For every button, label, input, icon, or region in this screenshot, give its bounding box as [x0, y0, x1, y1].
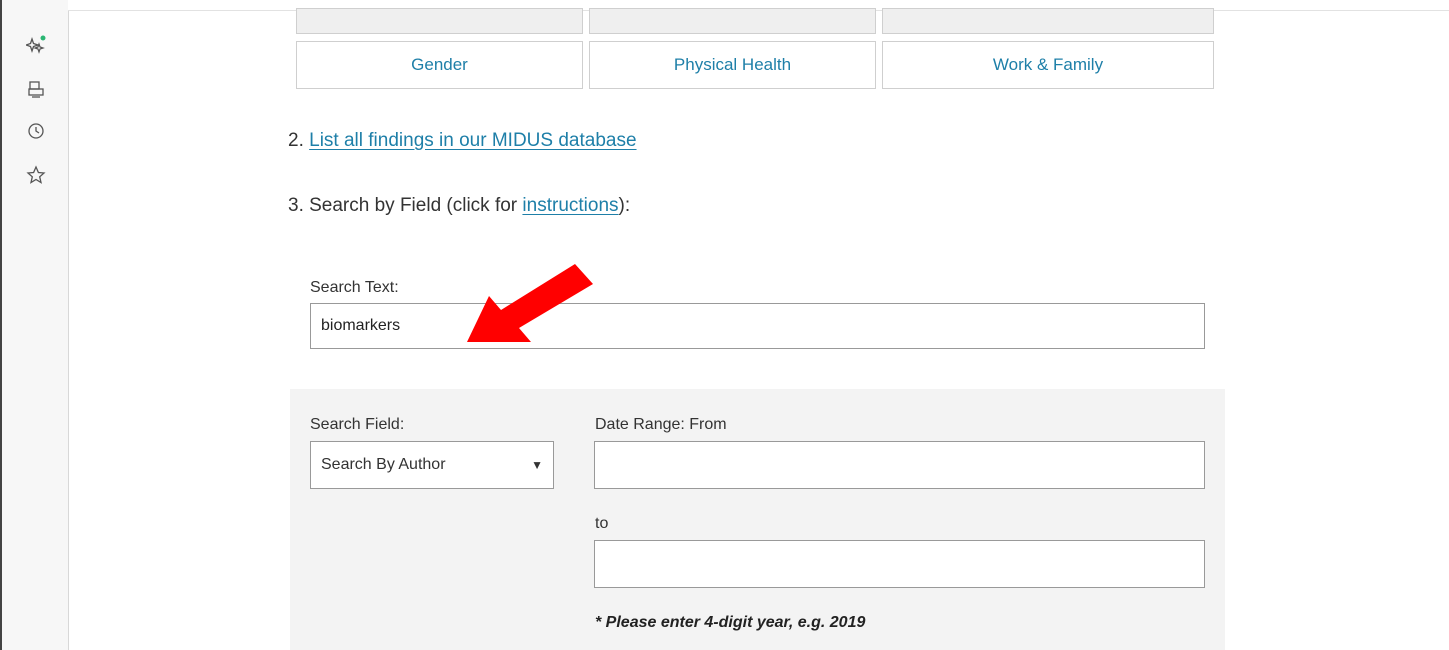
- search-field-selected: Search By Author: [321, 456, 446, 473]
- date-from-label: Date Range: From: [595, 416, 727, 433]
- star-icon[interactable]: [25, 164, 47, 186]
- window-edge: [0, 0, 2, 650]
- date-to-input[interactable]: [594, 540, 1205, 588]
- item-number: 2.: [288, 130, 304, 151]
- year-format-note: * Please enter 4-digit year, e.g. 2019: [595, 614, 866, 631]
- category-work-family[interactable]: Work & Family: [882, 41, 1214, 89]
- briefcase-icon[interactable]: [25, 78, 47, 100]
- search-field-label: Search Field:: [310, 416, 405, 433]
- main-content: Gender Physical Health Work & Family 2. …: [69, 0, 1449, 650]
- category-button[interactable]: [589, 8, 876, 34]
- sparkle-icon[interactable]: [25, 34, 47, 56]
- search-field-select[interactable]: Search By Author ▼: [310, 441, 554, 489]
- search-text-input[interactable]: biomarkers: [310, 303, 1205, 349]
- list-all-findings-link[interactable]: List all findings in our MIDUS database: [309, 130, 636, 151]
- category-gender[interactable]: Gender: [296, 41, 583, 89]
- instructions-link[interactable]: instructions: [522, 195, 618, 216]
- browser-sidebar: [0, 0, 69, 650]
- category-button[interactable]: [882, 8, 1214, 34]
- category-button[interactable]: [296, 8, 583, 34]
- date-from-input[interactable]: [594, 441, 1205, 489]
- date-to-label: to: [595, 515, 609, 532]
- list-all-findings-item: 2. List all findings in our MIDUS databa…: [288, 130, 637, 152]
- category-physical-health[interactable]: Physical Health: [589, 41, 876, 89]
- search-options-panel: [290, 389, 1225, 650]
- search-text-label: Search Text:: [310, 279, 399, 296]
- search-by-field-heading: 3. Search by Field (click for instructio…: [288, 195, 630, 217]
- heading-prefix: 3. Search by Field (click for: [288, 195, 523, 216]
- heading-suffix: ):: [618, 195, 631, 216]
- category-row: Gender Physical Health Work & Family: [296, 41, 1214, 89]
- clock-icon[interactable]: [25, 120, 47, 142]
- red-arrow-annotation: [467, 264, 593, 342]
- category-row-top: [296, 8, 1214, 34]
- dropdown-caret-icon: ▼: [531, 458, 543, 472]
